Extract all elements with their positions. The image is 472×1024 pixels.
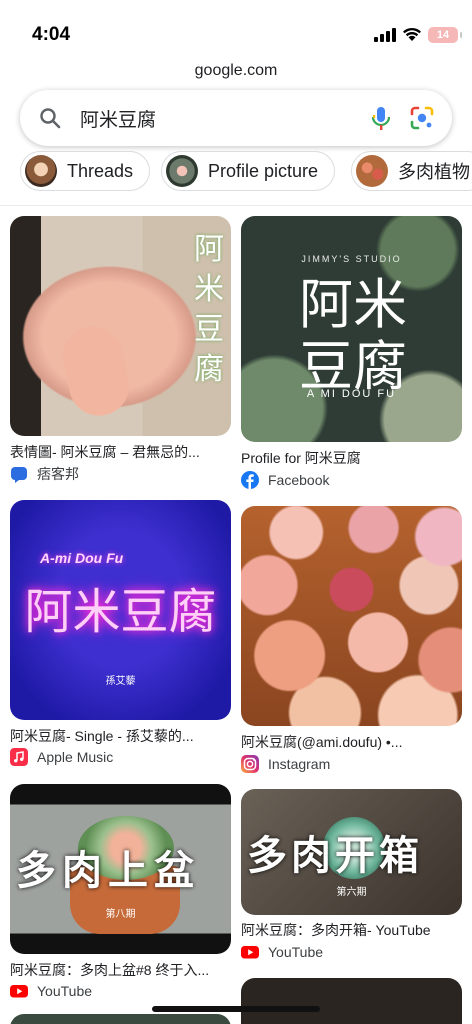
result-image[interactable] <box>241 506 462 726</box>
result-title[interactable]: 表情圖- 阿米豆腐 – 君無忌的... <box>10 442 231 462</box>
result-source[interactable]: Apple Music <box>10 748 113 766</box>
result-source[interactable]: Facebook <box>241 471 329 489</box>
image-overlay-text: 第六期 <box>336 887 367 898</box>
source-name: Apple Music <box>37 749 114 765</box>
status-time: 4:04 <box>32 24 71 45</box>
chip-label: Profile picture <box>208 160 319 181</box>
result-image-partial[interactable] <box>10 1014 231 1024</box>
result-source[interactable]: Instagram <box>241 755 330 773</box>
battery-icon: 14 <box>428 27 462 43</box>
chip-succulents[interactable]: 多肉植物 <box>351 151 472 191</box>
image-overlay-text: 第八期 <box>105 909 136 920</box>
pixnet-icon <box>11 467 27 483</box>
result-source[interactable]: YouTube <box>241 943 323 961</box>
wifi-icon <box>403 27 421 41</box>
google-lens-icon[interactable] <box>409 105 435 131</box>
address-bar-url[interactable]: google.com <box>0 62 472 80</box>
search-input[interactable] <box>80 100 350 136</box>
baby-hand <box>57 320 135 422</box>
chip-label: Threads <box>67 160 134 181</box>
search-bar[interactable] <box>20 90 452 146</box>
source-name: Facebook <box>268 472 330 488</box>
image-overlay-text: 阿米豆腐 <box>24 586 217 639</box>
youtube-icon <box>10 985 28 998</box>
result-title[interactable]: 阿米豆腐：多肉上盆#8 终于入... <box>10 960 231 980</box>
result-source[interactable]: 痞客邦 <box>10 464 79 484</box>
home-indicator[interactable] <box>152 1006 320 1012</box>
source-name: YouTube <box>37 983 93 999</box>
divider <box>0 205 472 206</box>
instagram-icon <box>241 755 259 773</box>
apple-music-icon <box>10 748 28 766</box>
result-image[interactable]: 多肉开箱 第六期 <box>241 789 462 915</box>
chip-profile-picture[interactable]: Profile picture <box>161 151 336 191</box>
cellular-signal-icon <box>374 28 396 42</box>
result-title[interactable]: 阿米豆腐- Single - 孫艾藜的... <box>10 726 231 746</box>
source-name: Instagram <box>268 756 331 772</box>
image-overlay-text: A-mi Dou Fu <box>40 550 124 566</box>
result-image-partial[interactable] <box>241 978 462 1024</box>
image-overlay-text: 阿米豆腐 <box>194 232 224 387</box>
facebook-icon <box>241 471 259 489</box>
result-image[interactable]: 多肉上盆 第八期 <box>10 784 231 954</box>
result-title[interactable]: 阿米豆腐(@ami.doufu) •... <box>241 732 462 752</box>
image-overlay-text: 阿米豆腐 <box>299 273 407 398</box>
search-icon[interactable] <box>38 106 62 130</box>
result-image[interactable]: 阿米豆腐 <box>10 216 231 436</box>
status-bar: 4:04 14 <box>0 0 472 60</box>
image-overlay-text: A MI DOU FU <box>306 388 397 400</box>
result-image[interactable]: A-mi Dou Fu 阿米豆腐 孫艾藜 <box>10 500 231 720</box>
chip-thumbnail <box>356 155 388 187</box>
chip-label: 多肉植物 <box>398 162 470 182</box>
microphone-icon[interactable] <box>370 106 392 132</box>
suggestion-chips: Threads Profile picture 多肉植物 <box>20 151 472 191</box>
image-overlay-text: 多肉开箱 <box>247 834 423 878</box>
chip-threads[interactable]: Threads <box>20 151 151 191</box>
result-image[interactable]: JIMMY'S STUDIO 阿米豆腐 A MI DOU FU <box>241 216 462 442</box>
image-overlay-text: 多肉上盆 <box>16 849 200 893</box>
result-title[interactable]: 阿米豆腐：多肉开箱- YouTube <box>241 920 462 940</box>
source-name: 痞客邦 <box>37 466 79 482</box>
image-overlay-text: 孫艾藜 <box>105 676 136 687</box>
result-source[interactable]: YouTube <box>10 982 92 1000</box>
chip-thumbnail <box>166 155 198 187</box>
result-title[interactable]: Profile for 阿米豆腐 <box>241 448 462 468</box>
source-name: YouTube <box>268 944 324 960</box>
chip-thumbnail <box>25 155 57 187</box>
image-overlay-text: JIMMY'S STUDIO <box>301 254 402 264</box>
youtube-icon <box>241 946 259 959</box>
